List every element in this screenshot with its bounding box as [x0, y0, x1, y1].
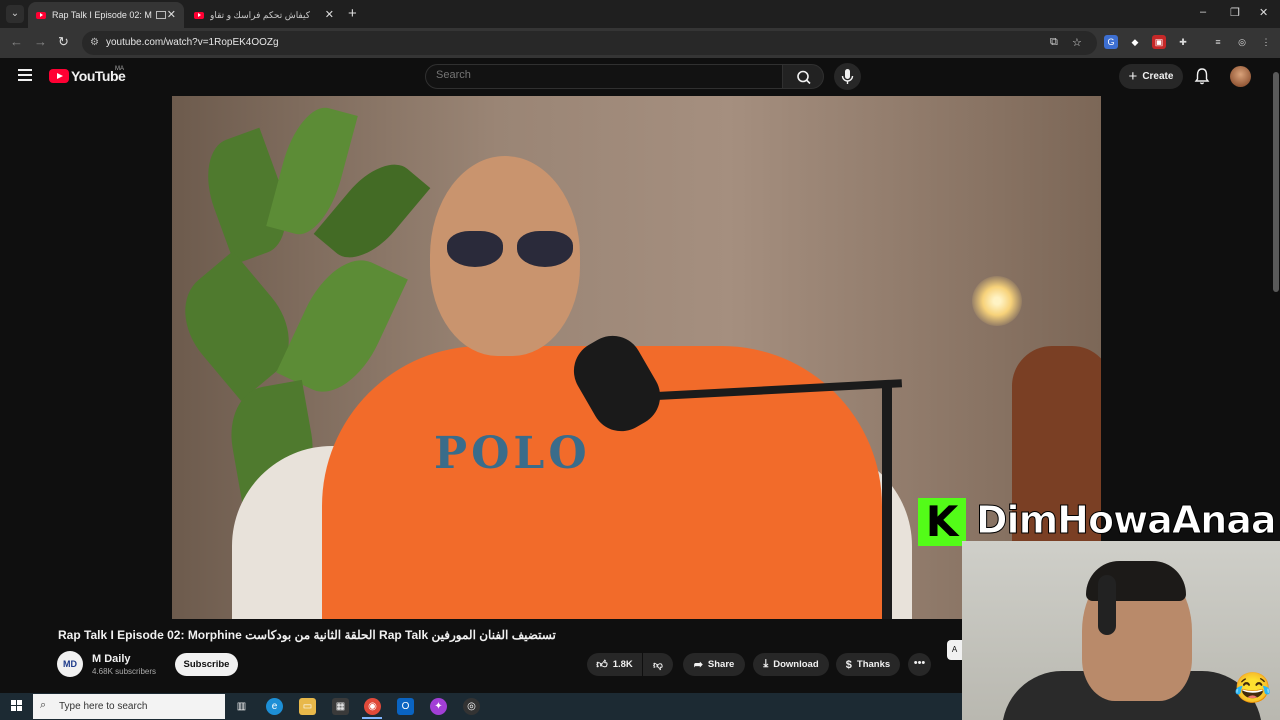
forward-arrow-icon[interactable]: →: [34, 34, 47, 49]
notifications-bell-icon[interactable]: [1194, 67, 1210, 85]
like-button[interactable]: 👍︎ 1.8K: [587, 653, 642, 676]
address-bar[interactable]: ⚙ youtube.com/watch?v=1RopEK4OOZg ⧉ ☆: [82, 31, 1097, 55]
translate-extension-icon[interactable]: G: [1104, 35, 1118, 49]
microphone-icon: [841, 69, 854, 84]
close-tab-icon[interactable]: ✕: [167, 8, 176, 21]
reading-list-icon[interactable]: ≡: [1211, 35, 1225, 49]
thanks-button[interactable]: $ Thanks: [836, 653, 900, 676]
site-info-icon[interactable]: ⚙: [90, 37, 99, 48]
taskbar-search-placeholder: Type here to search: [59, 701, 148, 712]
tab-search-menu[interactable]: ⌄: [6, 5, 24, 23]
search-icon: [797, 70, 811, 85]
scrollbar-thumb[interactable]: [1273, 72, 1279, 292]
light-bulb: [972, 276, 1022, 326]
reload-icon[interactable]: ↻: [58, 34, 69, 50]
close-window-button[interactable]: ✕: [1259, 6, 1268, 19]
search-button[interactable]: [782, 64, 824, 89]
thanks-dollar-icon: $: [845, 658, 852, 671]
file-explorer-icon[interactable]: ▭: [299, 698, 316, 715]
more-actions-button[interactable]: •••: [908, 653, 931, 676]
streamer-name-overlay: DimHowaAnaa: [976, 498, 1278, 543]
close-tab-icon[interactable]: ✕: [325, 8, 334, 21]
kick-logo: K: [918, 498, 966, 546]
mic-stand: [882, 386, 892, 619]
youtube-logo[interactable]: YouTube MA: [49, 66, 126, 84]
youtube-header: YouTube MA + Create: [0, 58, 1280, 96]
dislike-button[interactable]: 👎︎: [643, 653, 673, 676]
tab-title: كيفاش تحكم فراسك و تقاوم الشه: [210, 9, 310, 20]
country-code: MA: [115, 66, 124, 72]
channel-name[interactable]: M Daily: [92, 653, 131, 665]
search-input[interactable]: [436, 69, 766, 81]
subscriber-count: 4.68K subscribers: [92, 667, 157, 676]
youtube-favicon-icon: [36, 11, 46, 19]
guide-menu-icon[interactable]: [18, 69, 32, 81]
voice-search-button[interactable]: [834, 63, 861, 90]
laughing-emoji-icon: 😂: [1234, 672, 1272, 705]
active-app-indicator: [362, 717, 382, 719]
outlook-icon[interactable]: O: [397, 698, 414, 715]
share-label: Share: [707, 659, 735, 670]
video-title: Rap Talk I Episode 02: Morphine الحلقة ا…: [58, 628, 556, 642]
install-app-icon[interactable]: ⧉: [1050, 36, 1058, 49]
chrome-icon[interactable]: ◉: [364, 698, 381, 715]
minimize-button[interactable]: –: [1200, 6, 1206, 18]
download-icon: ⤓: [763, 658, 769, 670]
extensions-puzzle-icon[interactable]: ✚: [1176, 35, 1190, 49]
store-icon[interactable]: ▦: [332, 698, 349, 715]
channel-avatar[interactable]: MD: [57, 651, 83, 677]
create-button[interactable]: + Create: [1119, 64, 1183, 89]
back-arrow-icon[interactable]: ←: [10, 34, 23, 49]
windows-taskbar: ⌕ Type here to search ▥ e ▭ ▦ ◉ O ✦ ◎: [0, 693, 962, 720]
search-box: [425, 64, 783, 89]
share-button[interactable]: ➦ Share: [683, 653, 745, 676]
subscribe-button[interactable]: Subscribe: [175, 653, 238, 676]
search-icon: ⌕: [40, 699, 47, 711]
thumbs-down-icon: 👎︎: [653, 659, 663, 671]
thanks-label: Thanks: [856, 659, 891, 670]
share-arrow-icon: ➦: [693, 659, 703, 671]
like-count: 1.8K: [612, 659, 633, 670]
profile-icon[interactable]: ◎: [1235, 35, 1249, 49]
sunglasses: [447, 231, 577, 269]
new-tab-button[interactable]: +: [348, 5, 357, 22]
headset: [1098, 575, 1116, 635]
messenger-icon[interactable]: ✦: [430, 698, 447, 715]
browser-toolbar: ← → ↻ ⚙ youtube.com/watch?v=1RopEK4OOZg …: [0, 28, 1280, 58]
taskbar-search[interactable]: ⌕ Type here to search: [33, 694, 225, 719]
tab-active[interactable]: Rap Talk I Episode 02: Morp ✕: [28, 2, 184, 28]
thumbs-up-icon: 👍︎: [596, 659, 608, 671]
download-label: Download: [773, 659, 819, 670]
plus-icon: +: [1128, 68, 1138, 85]
shirt-print: POLO: [434, 428, 591, 479]
maximize-button[interactable]: ❐: [1230, 6, 1240, 19]
tab-title: Rap Talk I Episode 02: Morp: [52, 10, 152, 20]
browser-menu-icon[interactable]: ⋮: [1259, 35, 1273, 49]
user-avatar[interactable]: [1230, 66, 1251, 87]
bookmark-star-icon[interactable]: ☆: [1072, 36, 1082, 49]
red-extension-icon[interactable]: ▣: [1152, 35, 1166, 49]
tab-inactive[interactable]: كيفاش تحكم فراسك و تقاوم الشه ✕: [186, 2, 342, 28]
youtube-favicon-icon: [194, 11, 204, 19]
chrome-alt-icon[interactable]: ◎: [463, 698, 480, 715]
windows-start-icon[interactable]: [11, 700, 23, 712]
create-label: Create: [1142, 71, 1174, 82]
tab-strip: ⌄ Rap Talk I Episode 02: Morp ✕ كيفاش تح…: [0, 0, 1280, 28]
diamond-extension-icon[interactable]: ◆: [1128, 35, 1142, 49]
streamer-webcam: 😂: [962, 541, 1280, 720]
youtube-play-logo-icon: [49, 69, 69, 83]
side-panel-tab[interactable]: A: [947, 640, 962, 660]
url-text: youtube.com/watch?v=1RopEK4OOZg: [106, 37, 279, 48]
media-playing-icon[interactable]: [156, 11, 166, 19]
task-view-icon[interactable]: ▥: [233, 698, 250, 715]
edge-icon[interactable]: e: [266, 698, 283, 715]
download-button[interactable]: ⤓ Download: [753, 653, 829, 676]
